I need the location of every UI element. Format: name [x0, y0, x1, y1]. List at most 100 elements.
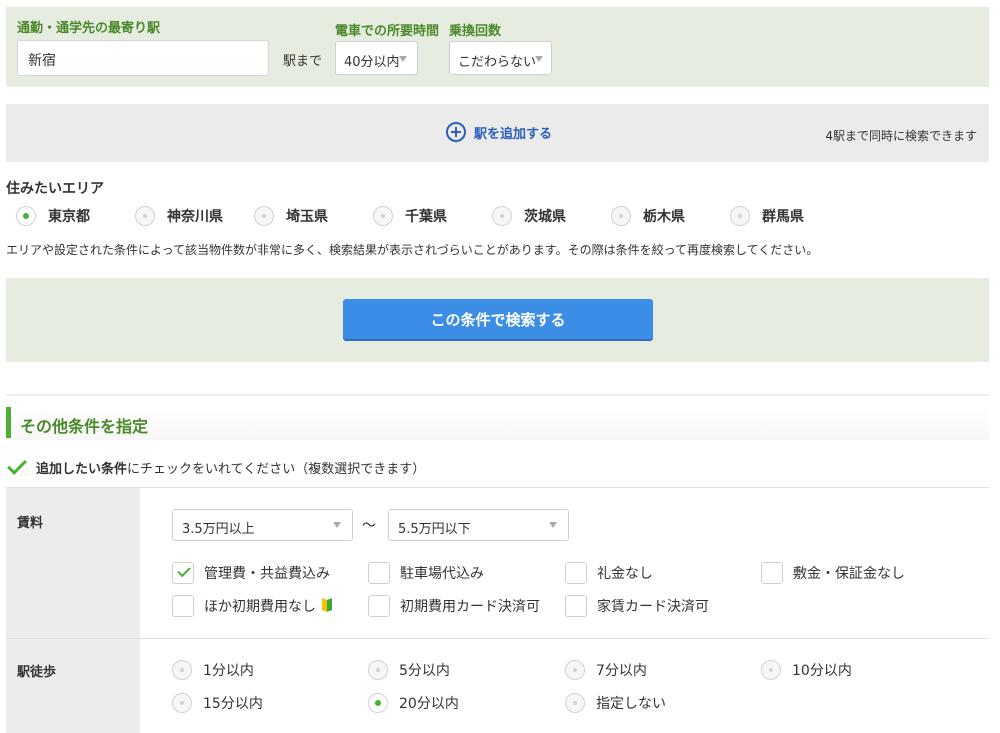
area-option-ibaraki[interactable]: 茨城県: [492, 206, 566, 226]
add-station-bar: 駅を追加する 4駅まで同時に検索できます: [6, 104, 989, 162]
walk-option-1min[interactable]: 1分以内: [172, 660, 254, 680]
walk-option-20min[interactable]: 20分以内: [368, 693, 459, 713]
checkbox-management-fee[interactable]: 管理費・共益費込み: [172, 562, 330, 584]
radio-icon: [611, 206, 631, 226]
checkbox-icon: [172, 595, 194, 617]
checkbox-no-initial-cost[interactable]: ほか初期費用なし: [172, 595, 333, 617]
station-input[interactable]: 新宿: [17, 40, 269, 76]
area-option-label: 栃木県: [643, 209, 685, 225]
radio-icon: [730, 206, 750, 226]
walk-option-any[interactable]: 指定しない: [565, 693, 666, 713]
time-select-value: 40分以内: [344, 55, 400, 70]
transfer-select-value: こだわらない: [458, 55, 537, 70]
checkbox-label: ほか初期費用なし: [204, 599, 316, 615]
walk-option-7min[interactable]: 7分以内: [565, 660, 647, 680]
area-option-label: 茨城県: [524, 209, 566, 225]
radio-icon: [172, 660, 192, 680]
checkbox-label: 家賃カード決済可: [597, 599, 709, 615]
radio-icon: [373, 206, 393, 226]
checkbox-icon: [368, 595, 390, 617]
area-option-kanagawa[interactable]: 神奈川県: [135, 206, 223, 226]
station-panel: 通勤・通学先の最寄り駅 新宿 駅まで 電車での所要時間 40分以内 乗換回数 こ…: [6, 7, 989, 87]
area-title: 住みたいエリア: [6, 181, 104, 197]
area-option-chiba[interactable]: 千葉県: [373, 206, 447, 226]
chevron-down-icon: [535, 56, 543, 62]
checkbox-no-key-money[interactable]: 礼金なし: [565, 562, 653, 584]
section-accent-bar: [6, 407, 11, 438]
time-select[interactable]: 40分以内: [335, 41, 418, 75]
checkmark-icon: [7, 455, 27, 475]
area-option-label: 千葉県: [405, 209, 447, 225]
area-option-tokyo[interactable]: 東京都: [16, 206, 90, 226]
plus-circle-icon: [446, 122, 466, 142]
chevron-down-icon: [333, 522, 341, 528]
radio-icon: [492, 206, 512, 226]
checkbox-icon: [565, 595, 587, 617]
rent-row-header: 賃料: [6, 488, 140, 638]
area-option-label: 埼玉県: [286, 209, 328, 225]
checkbox-icon: [368, 562, 390, 584]
area-notice: エリアや設定された条件によって該当物件数が非常に多く、検索結果が表示されづらいこ…: [6, 243, 819, 257]
radio-label: 5分以内: [399, 663, 450, 679]
checkbox-label: 駐車場代込み: [400, 566, 484, 582]
beginner-mark-icon: [322, 599, 333, 613]
radio-icon: [368, 660, 388, 680]
add-station-note: 4駅まで同時に検索できます: [825, 129, 977, 143]
checkbox-initial-card-payment[interactable]: 初期費用カード決済可: [368, 595, 540, 617]
checkbox-label: 礼金なし: [597, 566, 653, 582]
walk-row-header: 駅徒歩: [6, 639, 140, 733]
checkbox-icon: [565, 562, 587, 584]
checkbox-label: 敷金・保証金なし: [793, 566, 905, 582]
check-intro-text: にチェックをいれてください（複数選択できます）: [127, 462, 426, 477]
check-intro-bold: 追加したい条件: [36, 462, 128, 477]
walk-option-15min[interactable]: 15分以内: [172, 693, 263, 713]
chevron-down-icon: [549, 522, 557, 528]
radio-label: 1分以内: [203, 663, 254, 679]
checkbox-no-deposit[interactable]: 敷金・保証金なし: [761, 562, 905, 584]
range-tilde: 〜: [362, 518, 376, 534]
search-panel: この条件で検索する: [6, 278, 989, 362]
rent-max-value: 5.5万円以下: [398, 522, 471, 537]
add-station-button[interactable]: 駅を追加する: [446, 122, 552, 142]
station-suffix: 駅まで: [283, 54, 323, 69]
checkbox-icon: [761, 562, 783, 584]
transfer-select[interactable]: こだわらない: [449, 41, 552, 75]
row-divider: [6, 487, 989, 488]
section-divider: [6, 394, 989, 396]
area-option-label: 東京都: [48, 209, 90, 225]
rent-label: 賃料: [17, 516, 44, 531]
radio-label: 10分以内: [792, 663, 852, 679]
rent-min-select[interactable]: 3.5万円以上: [172, 509, 353, 541]
radio-icon: [172, 693, 192, 713]
add-station-label: 駅を追加する: [474, 126, 553, 142]
search-button[interactable]: この条件で検索する: [343, 299, 653, 341]
transfer-label: 乗換回数: [449, 24, 502, 39]
radio-icon: [135, 206, 155, 226]
radio-icon: [565, 693, 585, 713]
area-option-label: 群馬県: [762, 209, 804, 225]
time-label: 電車での所要時間: [335, 24, 440, 39]
area-option-gunma[interactable]: 群馬県: [730, 206, 804, 226]
checkbox-label: 管理費・共益費込み: [204, 566, 330, 582]
checkbox-rent-card-payment[interactable]: 家賃カード決済可: [565, 595, 709, 617]
station-label: 通勤・通学先の最寄り駅: [17, 21, 161, 36]
other-conditions-header: その他条件を指定: [6, 405, 989, 440]
row-divider: [6, 638, 989, 639]
radio-icon: [16, 206, 36, 226]
rent-min-value: 3.5万円以上: [182, 522, 255, 537]
checkbox-parking-fee[interactable]: 駐車場代込み: [368, 562, 484, 584]
radio-label: 指定しない: [596, 696, 666, 712]
chevron-down-icon: [399, 56, 407, 62]
area-option-label: 神奈川県: [167, 209, 223, 225]
walk-option-5min[interactable]: 5分以内: [368, 660, 450, 680]
checkbox-label: 初期費用カード決済可: [400, 599, 540, 615]
area-option-tochigi[interactable]: 栃木県: [611, 206, 685, 226]
walk-label: 駅徒歩: [17, 665, 57, 680]
checkbox-checked-icon: [172, 562, 194, 584]
radio-icon: [761, 660, 781, 680]
area-option-saitama[interactable]: 埼玉県: [254, 206, 328, 226]
walk-option-10min[interactable]: 10分以内: [761, 660, 852, 680]
rent-max-select[interactable]: 5.5万円以下: [388, 509, 569, 541]
radio-selected-icon: [368, 693, 388, 713]
radio-label: 15分以内: [203, 696, 263, 712]
